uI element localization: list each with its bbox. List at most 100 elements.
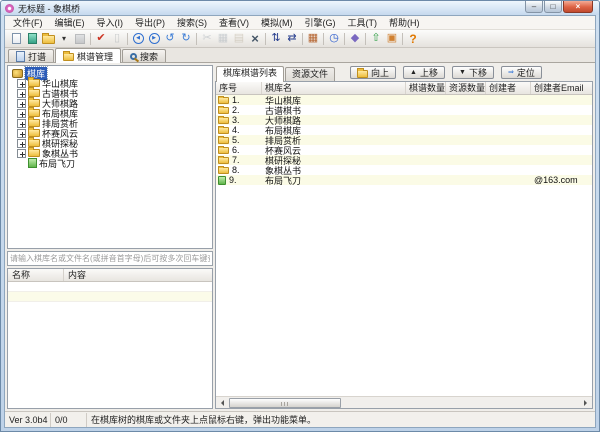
scroll-right-icon: [584, 400, 590, 406]
column-header[interactable]: 序号: [216, 82, 262, 94]
locate-arrow-icon: ⇒: [508, 69, 514, 76]
row-icon: [218, 176, 226, 185]
tab-library-list[interactable]: 棋库棋谱列表: [216, 66, 284, 82]
sort-icon[interactable]: ⇅: [268, 31, 284, 46]
board-list-icon[interactable]: ▦: [305, 31, 321, 46]
expand-icon[interactable]: [17, 109, 26, 118]
column-header[interactable]: 资源数量: [446, 82, 486, 94]
expand-icon[interactable]: [17, 89, 26, 98]
column-header[interactable]: 名称: [8, 269, 64, 281]
column-header[interactable]: 棋库名: [262, 82, 406, 94]
down-triangle-icon: ▼: [459, 69, 466, 76]
move-down-button[interactable]: ▼ 下移: [452, 66, 494, 79]
tab-label: 搜索: [140, 50, 158, 63]
button-label: 定位: [517, 66, 535, 79]
toolbar: ▾ ✔ ▯ ◀ ▶ ↺ ↻ ✂: [5, 30, 595, 48]
toolbar-glyph: ↻: [181, 33, 190, 44]
toolbar-glyph: ▣: [387, 33, 397, 44]
maximize-button[interactable]: □: [544, 1, 562, 13]
expand-icon[interactable]: [17, 149, 26, 158]
new-library-icon[interactable]: [24, 31, 40, 46]
row-icon: [218, 107, 229, 114]
folder-tab-icon: [63, 53, 74, 61]
right-tab-row: 棋库棋谱列表 资源文件 向上: [215, 65, 593, 81]
edit-icon[interactable]: ✔: [93, 31, 109, 46]
locate-button[interactable]: ⇒ 定位: [501, 66, 542, 79]
copy-icon[interactable]: ▦: [215, 31, 231, 46]
search-input[interactable]: [7, 251, 213, 266]
undo-icon[interactable]: ↺: [162, 31, 178, 46]
expand-icon[interactable]: [17, 129, 26, 138]
remove-icon[interactable]: ▯: [109, 31, 125, 46]
tab-notation[interactable]: 打谱: [8, 49, 54, 62]
tab-manage[interactable]: 棋谱管理: [55, 48, 121, 63]
column-header[interactable]: 创建者: [486, 82, 531, 94]
toolbar-glyph: [28, 33, 37, 44]
open-dropdown-icon[interactable]: ▾: [56, 31, 72, 46]
row-icon: [218, 167, 229, 174]
up-button[interactable]: 向上: [350, 66, 396, 79]
tab-label: 棋库棋谱列表: [223, 68, 277, 78]
scrollbar-thumb[interactable]: [229, 398, 341, 408]
scroll-left-button[interactable]: [216, 397, 228, 409]
help-icon[interactable]: ?: [405, 31, 421, 46]
menu-item[interactable]: 导出(P): [129, 16, 171, 30]
content-area: 棋库 华山棋库: [5, 63, 595, 411]
menu-item[interactable]: 编辑(E): [49, 16, 91, 30]
menu-item[interactable]: 查看(V): [213, 16, 255, 30]
table-row[interactable]: 9. 布局飞刀 @163.com: [216, 175, 592, 185]
expand-icon[interactable]: [17, 119, 26, 128]
delete-icon[interactable]: ×: [247, 31, 263, 46]
menu-item[interactable]: 帮助(H): [383, 16, 426, 30]
row-number: 5.: [232, 135, 240, 145]
scroll-left-icon: [218, 400, 224, 406]
column-header[interactable]: 内容: [64, 269, 212, 281]
toolbar-glyph: ▦: [218, 33, 228, 44]
minimize-button[interactable]: –: [525, 1, 543, 13]
menu-item[interactable]: 工具(T): [342, 16, 384, 30]
menu-item[interactable]: 导入(I): [91, 16, 130, 30]
upload-icon[interactable]: ⇧: [368, 31, 384, 46]
new-document-icon[interactable]: [8, 31, 24, 46]
tab-search[interactable]: 搜索: [122, 49, 166, 62]
expand-icon[interactable]: [17, 139, 26, 148]
separator: [342, 33, 347, 45]
menu-item[interactable]: 引擎(G): [299, 16, 342, 30]
paste-icon[interactable]: ▤: [231, 31, 247, 46]
timer-icon[interactable]: ◷: [326, 31, 342, 46]
cut-icon[interactable]: ✂: [199, 31, 215, 46]
redo-icon[interactable]: ↻: [178, 31, 194, 46]
forward-icon[interactable]: ▶: [146, 31, 162, 46]
status-message: 在棋库树的棋库或文件夹上点鼠标右键，弹出功能菜单。: [87, 413, 595, 427]
tree-item-label: 布局飞刀: [39, 157, 75, 170]
toolbar-glyph: ▦: [308, 33, 318, 44]
open-folder-icon[interactable]: [40, 31, 56, 46]
left-panel: 棋库 华山棋库: [7, 65, 213, 409]
expand-icon[interactable]: [17, 99, 26, 108]
tag-icon[interactable]: ◆: [347, 31, 363, 46]
tree-item[interactable]: 布局飞刀: [11, 158, 212, 168]
column-header[interactable]: 创建者Email: [531, 82, 592, 94]
move-up-button[interactable]: ▲ 上移: [403, 66, 445, 79]
tab-label: 资源文件: [292, 69, 328, 79]
save-icon[interactable]: [72, 31, 88, 46]
menu-item[interactable]: 搜索(S): [171, 16, 213, 30]
menu-item[interactable]: 文件(F): [7, 16, 49, 30]
tab-resource-files[interactable]: 资源文件: [285, 67, 335, 81]
separator: [88, 33, 93, 45]
expand-icon[interactable]: [17, 79, 26, 88]
toolbar-glyph: [12, 33, 21, 44]
share-icon[interactable]: ▣: [384, 31, 400, 46]
name-content-panel: 名称 内容: [7, 268, 213, 409]
row-icon: [218, 97, 229, 104]
menu-item[interactable]: 模拟(M): [255, 16, 299, 30]
column-header[interactable]: 棋谱数量: [406, 82, 446, 94]
creator-email-cell: @163.com: [531, 175, 592, 185]
transpose-icon[interactable]: ⇄: [284, 31, 300, 46]
node-icon: [28, 129, 40, 137]
back-icon[interactable]: ◀: [130, 31, 146, 46]
status-bar: Ver 3.0b4 0/0 在棋库树的棋库或文件夹上点鼠标右键，弹出功能菜单。: [5, 411, 595, 427]
toolbar-glyph: ✔: [96, 33, 105, 44]
close-button[interactable]: ×: [563, 1, 593, 13]
scroll-right-button[interactable]: [580, 397, 592, 409]
